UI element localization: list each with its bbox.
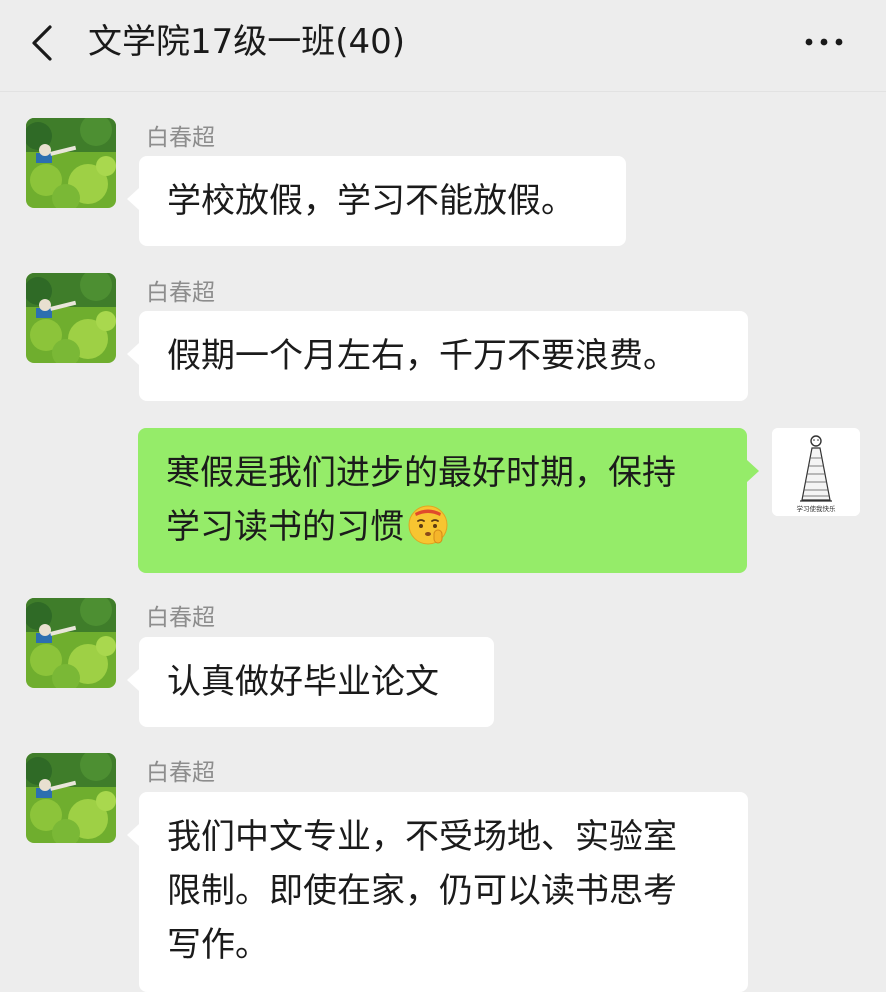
message-bubble[interactable]: 我们中文专业，不受场地、实验室 限制。即使在家，仍可以读书思考 写作。 [127,792,748,992]
avatar[interactable] [26,118,116,208]
avatar-photo [26,598,116,688]
message-bubble[interactable]: 认真做好毕业论文 [127,637,494,727]
message-text-line: 我们中文专业，不受场地、实验室 [167,817,677,857]
avatar-photo [26,118,116,208]
message-bubble[interactable]: 假期一个月左右，千万不要浪费。 [127,311,748,401]
message-text-line: 学习读书的习惯 [166,507,404,547]
message-bubble-self[interactable]: 寒假是我们进步的最好时期，保持 学习读书的习惯 [138,428,759,573]
shushing-face-emoji [408,505,448,545]
sender-name: 白春超 [146,605,215,631]
avatar-photo [26,273,116,363]
avatar[interactable] [26,753,116,843]
sender-name: 白春超 [146,125,215,151]
self-avatar[interactable]: 学习使我快乐 [772,428,860,516]
avatar[interactable] [26,273,116,363]
message-text-line: 寒假是我们进步的最好时期，保持 [166,453,676,493]
sender-name: 白春超 [146,760,215,786]
avatar-caption: 学习使我快乐 [797,504,837,513]
message-text-line: 写作。 [167,925,269,965]
message-text: 学校放假，学习不能放假。 [167,181,575,221]
chat-title: 文学院17级一班(40) [88,22,406,62]
message-bubble[interactable]: 学校放假，学习不能放假。 [127,156,626,246]
avatar[interactable] [26,598,116,688]
message-text: 假期一个月左右，千万不要浪费。 [167,336,677,376]
avatar-photo [26,753,116,843]
message-text-line: 限制。即使在家，仍可以读书思考 [167,871,677,911]
avatar-drawing: 学习使我快乐 [772,428,860,516]
chevron-left-icon[interactable] [28,24,58,62]
chat-header: 文学院17级一班(40) [0,0,886,92]
more-horizontal-icon[interactable] [802,26,846,58]
message-text: 认真做好毕业论文 [167,662,439,702]
sender-name: 白春超 [146,280,215,306]
